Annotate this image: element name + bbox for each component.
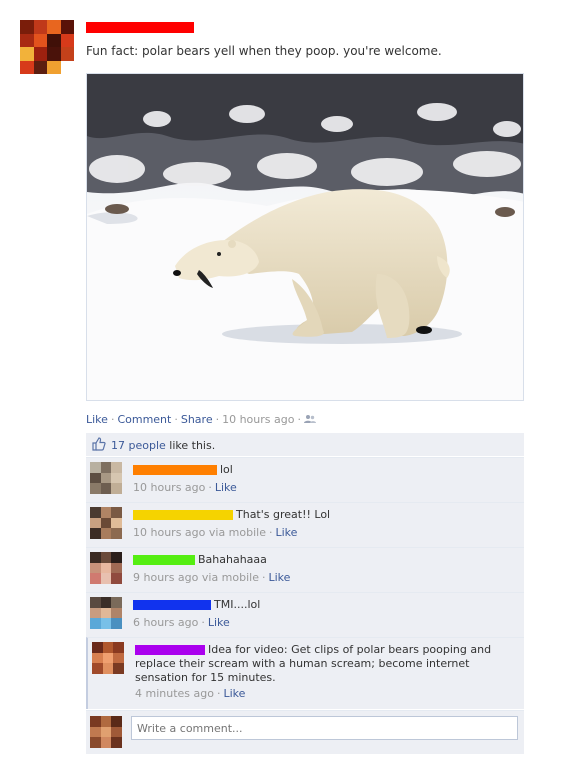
commenter-avatar[interactable] (90, 597, 122, 629)
comment-timestamp: 4 minutes ago (135, 687, 214, 700)
polar-bear-photo[interactable] (86, 73, 524, 401)
commenter-name-redaction (133, 555, 195, 565)
comment-like-link[interactable]: Like (268, 571, 290, 584)
comment-like-link[interactable]: Like (215, 481, 237, 494)
likes-summary: 17 people like this. (86, 433, 524, 456)
commenter-name-redaction (133, 510, 233, 520)
commenter-avatar[interactable] (92, 642, 124, 674)
comment-timestamp: 10 hours ago (133, 481, 206, 494)
comment-timestamp: 6 hours ago (133, 616, 199, 629)
comment-item: Idea for video: Get clips of polar bears… (86, 637, 524, 709)
comment-text: That's great!! Lol (236, 508, 331, 521)
comment-item: That's great!! Lol 10 hours ago via mobi… (86, 502, 524, 547)
comment-item: TMI....lol 6 hours ago · Like (86, 592, 524, 637)
post-author-redaction (86, 22, 194, 33)
comment-like-link[interactable]: Like (223, 687, 245, 700)
comment-text: lol (220, 463, 233, 476)
comment-item: lol 10 hours ago · Like (86, 457, 524, 502)
comment-item: Bahahahaaa 9 hours ago via mobile · Like (86, 547, 524, 592)
share-link[interactable]: Share (181, 413, 213, 426)
commenter-avatar[interactable] (90, 552, 122, 584)
friends-icon (303, 414, 316, 427)
thumbs-up-icon (92, 437, 106, 454)
commenter-name-redaction (133, 600, 211, 610)
comment-timestamp: 10 hours ago (133, 526, 206, 539)
comment-via: via mobile (205, 526, 266, 539)
likes-suffix: like this. (165, 439, 216, 452)
comment-timestamp: 9 hours ago (133, 571, 199, 584)
comment-text: TMI....lol (214, 598, 261, 611)
comment-input[interactable] (131, 716, 518, 740)
likers-link[interactable]: 17 people (111, 439, 166, 452)
post-text: Fun fact: polar bears yell when they poo… (86, 44, 442, 58)
comment-link[interactable]: Comment (117, 413, 171, 426)
comment-like-link[interactable]: Like (208, 616, 230, 629)
comment-text: Bahahahaaa (198, 553, 267, 566)
post-timestamp[interactable]: 10 hours ago (222, 413, 294, 426)
commenter-name-redaction (135, 645, 205, 655)
commenter-avatar[interactable] (90, 507, 122, 539)
poster-avatar[interactable] (20, 20, 74, 74)
commenter-avatar[interactable] (90, 462, 122, 494)
like-link[interactable]: Like (86, 413, 108, 426)
commenter-name-redaction (133, 465, 217, 475)
post-actions: Like · Comment · Share · 10 hours ago · (86, 413, 316, 427)
comment-via: via mobile (198, 571, 259, 584)
comment-like-link[interactable]: Like (275, 526, 297, 539)
current-user-avatar (90, 716, 122, 748)
